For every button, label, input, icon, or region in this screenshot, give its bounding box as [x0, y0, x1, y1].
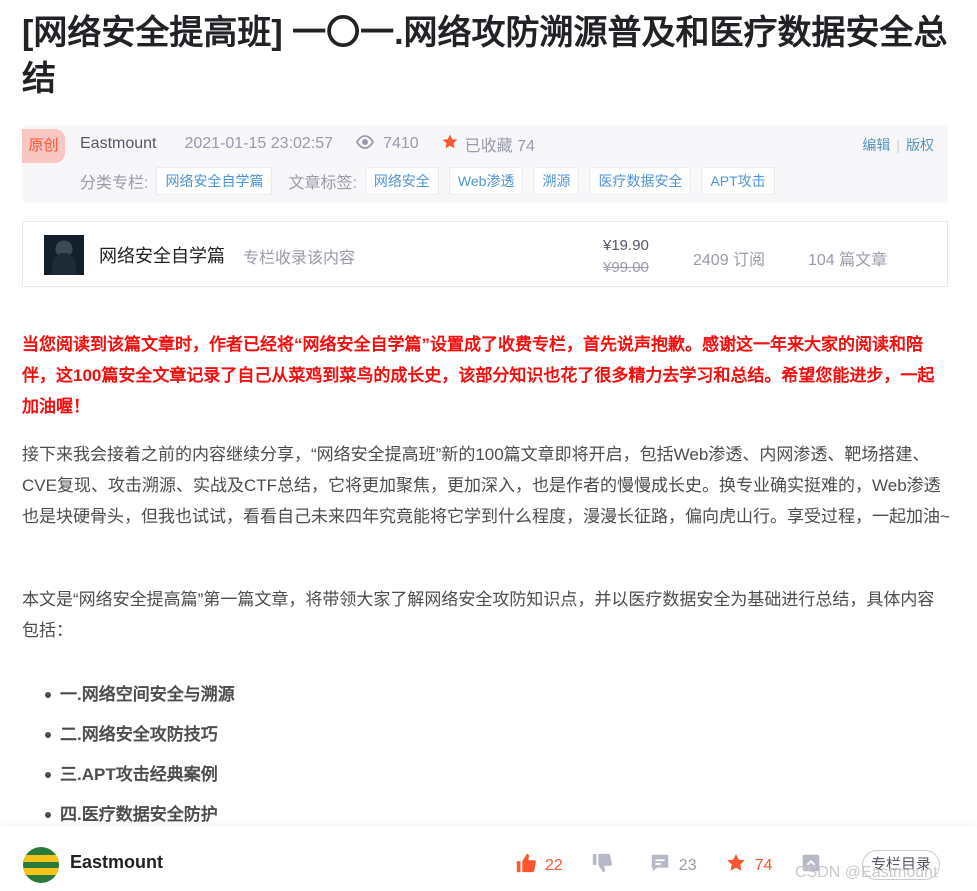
column-description: 专栏收录该内容 — [243, 250, 356, 267]
summary-paragraph: 本文是“网络安全提高篇”第一篇文章，将带领大家了解网络安全攻防知识点，并以医疗数… — [22, 590, 935, 640]
list-item: 三.APT攻击经典案例 — [45, 755, 235, 795]
article-count: 104 篇文章 — [808, 252, 888, 269]
author-link[interactable]: Eastmount — [80, 135, 156, 153]
column-cover-image — [44, 235, 84, 275]
dislike-button[interactable] — [591, 852, 621, 879]
toolbar-author-name[interactable]: Eastmount — [70, 852, 163, 873]
category-label: 分类专栏: — [80, 175, 149, 192]
comment-count: 23 — [678, 856, 697, 874]
star-icon — [441, 133, 459, 156]
comment-button[interactable]: 23 — [649, 852, 697, 879]
bottom-toolbar: Eastmount 22 23 74 专栏目录 CSDN @Eastmount — [0, 826, 977, 891]
edit-link[interactable]: 编辑 — [862, 135, 890, 155]
copyright-link[interactable]: 版权 — [906, 135, 934, 155]
avatar[interactable] — [23, 847, 59, 883]
like-icon — [515, 852, 537, 879]
category-tag[interactable]: 网络安全自学篇 — [156, 167, 273, 195]
tag-web-pentest[interactable]: Web渗透 — [448, 167, 524, 195]
subscriber-count: 2409 订阅 — [693, 252, 766, 269]
favorite-button[interactable]: 74 — [725, 852, 773, 879]
eye-icon — [355, 134, 375, 154]
article-meta: 原创 Eastmount 2021-01-15 23:02:57 7410 已收… — [22, 125, 948, 203]
tags-label: 文章标签: — [288, 175, 357, 192]
view-count: 7410 — [383, 135, 419, 152]
column-price: ¥19.90 ¥99.00 — [603, 235, 649, 279]
meta-actions: 编辑 | 版权 — [862, 135, 934, 155]
column-name[interactable]: 网络安全自学篇 — [99, 242, 225, 268]
column-card[interactable]: 网络安全自学篇 专栏收录该内容 ¥19.90 ¥99.00 2409 订阅 10… — [22, 221, 948, 287]
tag-apt-attack[interactable]: APT攻击 — [701, 167, 775, 195]
favorite-count: 74 — [754, 856, 773, 874]
like-button[interactable]: 22 — [515, 852, 563, 879]
like-count: 22 — [545, 856, 563, 874]
list-item: 二.网络安全攻防技巧 — [45, 715, 235, 755]
list-item: 一.网络空间安全与溯源 — [45, 675, 235, 715]
watermark: CSDN @Eastmount — [795, 864, 938, 881]
tag-network-security[interactable]: 网络安全 — [364, 167, 439, 195]
publish-time: 2021-01-15 23:02:57 — [184, 135, 334, 152]
paid-column-notice: 当您阅读到该篇文章时，作者已经将“网络安全自学篇”设置成了收费专栏，首先说声抱歉… — [22, 335, 935, 416]
dislike-icon — [591, 852, 613, 879]
tag-traceback[interactable]: 溯源 — [533, 167, 580, 195]
meta-tags-row: 分类专栏: 网络安全自学篇 文章标签: 网络安全 Web渗透 溯源 医疗数据安全… — [80, 167, 785, 195]
content-outline: 一.网络空间安全与溯源 二.网络安全攻防技巧 三.APT攻击经典案例 四.医疗数… — [45, 675, 235, 835]
meta-info-row: Eastmount 2021-01-15 23:02:57 7410 已收藏 7… — [80, 133, 535, 155]
original-badge: 原创 — [22, 129, 65, 163]
collected-label[interactable]: 已收藏 74 — [465, 132, 535, 156]
current-price: ¥19.90 — [603, 237, 649, 254]
article-title: [网络安全提高班] 一〇一.网络攻防溯源普及和医疗数据安全总结 — [22, 14, 948, 98]
intro-paragraph: 接下来我会接着之前的内容继续分享，“网络安全提高班”新的100篇文章即将开启，包… — [22, 445, 950, 526]
original-price: ¥99.00 — [603, 259, 649, 276]
tag-medical-data-security[interactable]: 医疗数据安全 — [589, 167, 692, 195]
divider: | — [896, 137, 900, 153]
favorite-icon — [725, 852, 747, 879]
comment-icon — [649, 852, 671, 879]
